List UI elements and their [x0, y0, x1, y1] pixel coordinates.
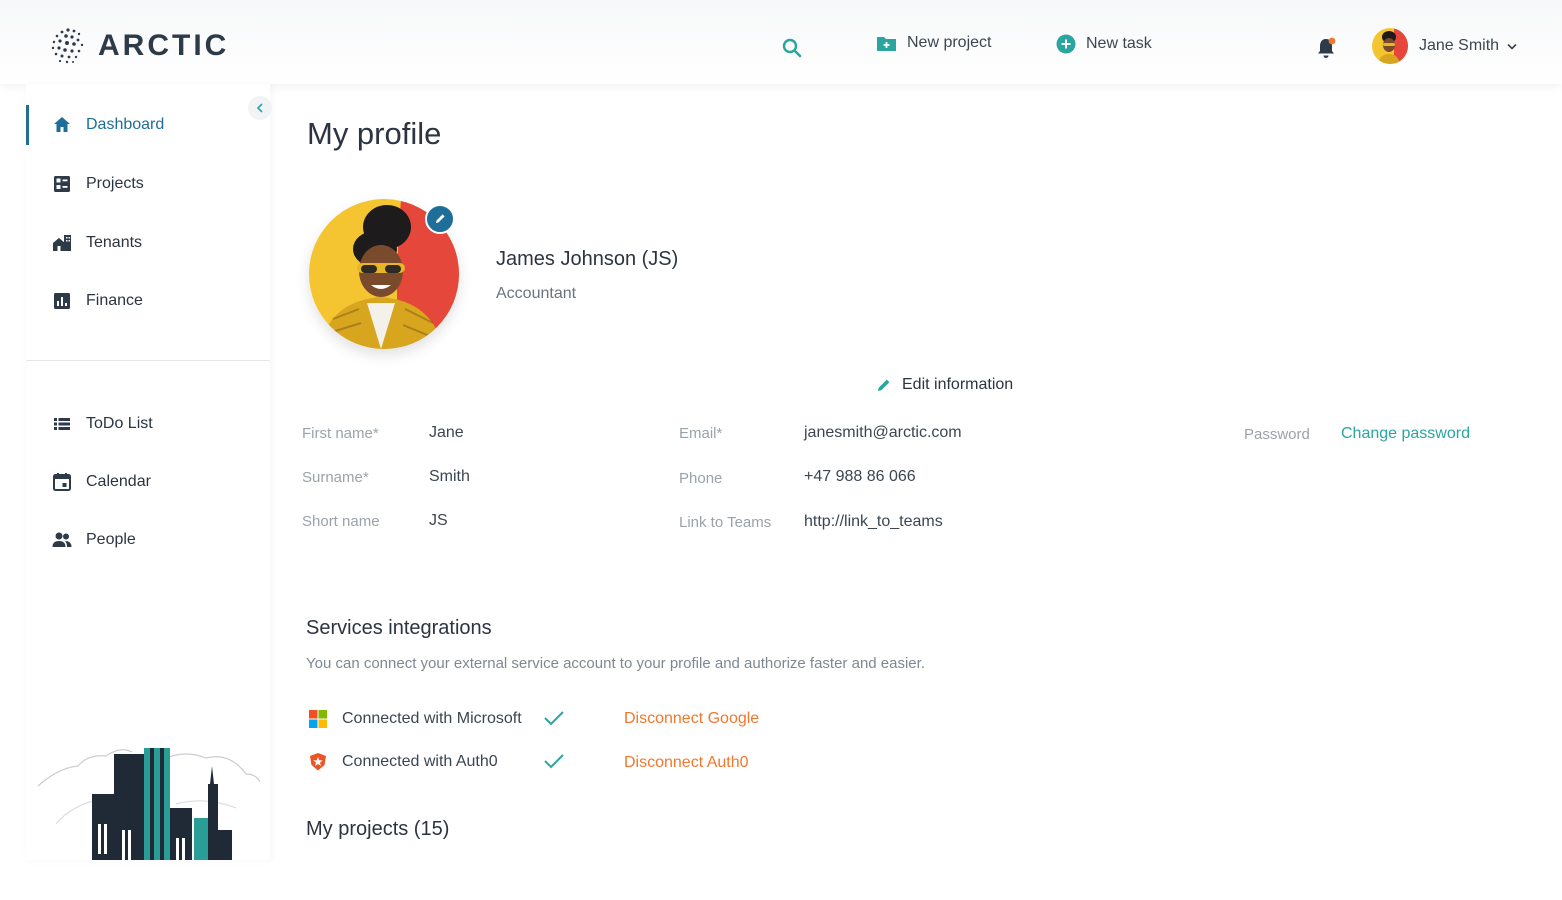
chevron-left-icon [256, 103, 263, 113]
my-projects-title: My projects (15) [306, 818, 450, 840]
plus-circle-icon [1056, 34, 1076, 54]
change-password-link[interactable]: Change password [1341, 425, 1470, 443]
search-icon[interactable] [780, 36, 804, 60]
edit-information-label: Edit information [902, 376, 1014, 393]
disconnect-auth0-link[interactable]: Disconnect Auth0 [624, 754, 749, 772]
notification-dot [1328, 37, 1336, 45]
home-icon [54, 117, 70, 132]
new-task-label: New task [1086, 35, 1152, 52]
surname-value: Smith [429, 468, 470, 485]
chevron-down-icon [1507, 43, 1517, 50]
sidebar-divider [26, 360, 270, 361]
user-menu[interactable]: Jane Smith [1372, 28, 1517, 64]
sidebar-item-tenants[interactable]: Tenants [26, 223, 270, 263]
sidebar-item-label: Calendar [86, 473, 151, 490]
sidebar-item-label: Finance [86, 292, 143, 309]
arctic-logo[interactable]: ARCTIC [48, 26, 229, 66]
sidebar-item-dashboard[interactable]: Dashboard [26, 105, 270, 145]
surname-label: Surname* [302, 469, 369, 486]
new-project-button[interactable]: New project [876, 34, 991, 52]
short-name-label: Short name [302, 513, 380, 530]
folder-plus-icon [877, 37, 896, 51]
sidebar-item-label: Dashboard [86, 116, 165, 133]
sidebar-item-people[interactable]: People [26, 520, 270, 560]
check-icon [544, 754, 564, 769]
services-description: You can connect your external service ac… [306, 655, 925, 672]
email-label: Email* [679, 425, 723, 442]
teams-link[interactable]: http://link_to_teams [804, 513, 943, 531]
calendar-icon [53, 473, 71, 491]
notification-bell-icon[interactable] [1314, 36, 1338, 60]
phone-label: Phone [679, 470, 723, 487]
new-task-button[interactable]: New task [1056, 34, 1152, 54]
page-title: My profile [307, 116, 442, 151]
password-label: Password [1244, 426, 1310, 443]
people-icon [52, 532, 72, 547]
sidebar-item-todo-list[interactable]: ToDo List [26, 404, 270, 444]
new-project-label: New project [907, 34, 992, 51]
sidebar: Dashboard Projects Tenants Finance ToDo … [26, 84, 270, 860]
service-status-label: Connected with Auth0 [342, 753, 498, 770]
auth0-icon [310, 753, 326, 771]
list-icon [54, 418, 70, 430]
profile-name: James Johnson (JS) [496, 248, 679, 270]
top-header: ARCTIC New project New task Jane Smith [0, 0, 1562, 84]
teams-label: Link to Teams [679, 514, 772, 531]
edit-avatar-button[interactable] [425, 204, 455, 234]
brand-name: ARCTIC [98, 29, 230, 62]
pencil-icon [878, 379, 890, 391]
short-name-value: JS [429, 512, 448, 529]
sidebar-item-finance[interactable]: Finance [26, 281, 270, 321]
pencil-icon [436, 214, 445, 223]
first-name-label: First name* [302, 425, 379, 442]
sidebar-item-projects[interactable]: Projects [26, 164, 270, 204]
service-row-auth0: Connected with Auth0 [308, 752, 498, 772]
email-value: janesmith@arctic.com [804, 424, 962, 441]
projects-icon [54, 176, 70, 192]
user-avatar [1372, 28, 1408, 64]
check-icon [544, 711, 564, 726]
tenants-icon [53, 235, 71, 251]
sidebar-item-label: Projects [86, 175, 144, 192]
sidebar-item-label: ToDo List [86, 415, 153, 432]
sidebar-item-calendar[interactable]: Calendar [26, 462, 270, 502]
user-name: Jane Smith [1419, 37, 1500, 54]
service-row-microsoft: Connected with Microsoft [308, 709, 522, 729]
finance-icon [54, 293, 70, 309]
phone-value: +47 988 86 066 [804, 468, 916, 485]
service-status-label: Connected with Microsoft [342, 710, 522, 727]
services-title: Services integrations [306, 617, 492, 639]
disconnect-google-link[interactable]: Disconnect Google [624, 710, 759, 728]
sidebar-collapse-button[interactable] [248, 96, 272, 120]
microsoft-icon [309, 710, 327, 728]
sidebar-item-label: People [86, 531, 136, 548]
sidebar-item-label: Tenants [86, 234, 143, 251]
logo-dots-icon [51, 28, 84, 64]
first-name-value: Jane [429, 424, 464, 441]
edit-information-button[interactable]: Edit information [876, 376, 1013, 394]
city-illustration [37, 748, 260, 860]
profile-role: Accountant [496, 285, 577, 302]
